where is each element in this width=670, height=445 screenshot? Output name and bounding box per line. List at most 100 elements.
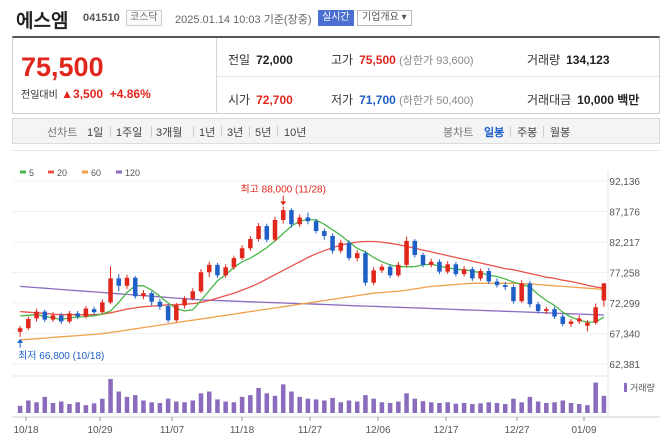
y-tick-label: 87,176 <box>609 208 640 219</box>
candle-body <box>544 309 549 311</box>
annotation-low: 최저 66,800 (10/18) <box>18 350 104 362</box>
candle-body <box>470 269 475 279</box>
candle-body <box>552 309 557 317</box>
volume-bar <box>42 396 48 413</box>
candle-body <box>248 239 253 249</box>
volume-bar <box>313 399 319 413</box>
lower-limit: (하한가 50,400) <box>399 95 474 107</box>
tab-daily[interactable]: 일봉 <box>484 124 504 140</box>
volume-bar <box>149 402 154 413</box>
volume-bar <box>264 393 270 413</box>
tab-1d[interactable]: 1일 <box>87 124 103 140</box>
volume-bar <box>75 402 80 413</box>
tab-separator <box>110 126 111 137</box>
volume-bar <box>470 404 475 413</box>
candle-body <box>174 305 179 321</box>
volume-bar <box>239 396 245 413</box>
candle-body <box>215 264 220 276</box>
candle-body <box>289 210 294 225</box>
volume-bar <box>58 401 64 413</box>
volume-bar <box>248 395 253 413</box>
stock-header: 에스엠 041510 코스닥 2025.01.14 10:03 기준(장중) 실… <box>0 0 670 36</box>
candle-body <box>322 231 327 236</box>
stock-code: 041510 <box>83 12 120 24</box>
tab-monthly[interactable]: 월봉 <box>550 124 570 140</box>
tab-5y[interactable]: 5년 <box>255 124 271 140</box>
candle-body <box>108 278 113 303</box>
candle-body <box>239 248 245 259</box>
volume-bar <box>437 402 442 413</box>
low-value: 71,700 <box>359 93 396 107</box>
y-tick-label: 67,340 <box>609 330 640 341</box>
volume-bar <box>231 402 237 413</box>
volume-bar <box>478 403 483 413</box>
price-chart[interactable]: 5 20 60 120 최고 88,000 (11/28) 최저 66,800 (10/… <box>12 150 660 441</box>
candle-body <box>461 269 467 275</box>
tab-3m[interactable]: 3개월 <box>156 124 182 140</box>
candle-body <box>17 328 23 332</box>
volume-bar <box>445 402 450 413</box>
volume-bar <box>190 400 196 413</box>
x-tick-label: 10/18 <box>13 425 38 436</box>
candle-body <box>83 308 89 317</box>
volume-bar <box>552 402 557 413</box>
tab-10y[interactable]: 10년 <box>284 124 306 140</box>
tab-1w[interactable]: 1주일 <box>116 124 142 140</box>
trade-value: 10,000 백만 <box>577 93 640 107</box>
candle-body <box>34 311 39 319</box>
volume-bar <box>396 401 401 413</box>
candle-body <box>58 315 64 322</box>
x-tick-label: 12/17 <box>433 425 458 436</box>
volume-bar <box>50 402 56 413</box>
volume-bar <box>593 382 598 413</box>
tab-weekly[interactable]: 주봉 <box>517 124 537 140</box>
volume-legend-swatch <box>624 383 627 392</box>
volume-bar <box>379 402 385 413</box>
candle-body <box>141 293 146 297</box>
change-label: 전일대비 <box>21 90 58 101</box>
candle-body <box>478 271 483 279</box>
volume-bar <box>83 405 89 413</box>
realtime-button[interactable]: 실시간 <box>318 10 354 26</box>
company-overview-dropdown[interactable]: 기업개요 ▾ <box>357 10 412 26</box>
candle-body <box>437 261 442 272</box>
volume-bar <box>165 398 171 413</box>
volume-bar <box>91 403 97 413</box>
volume-legend-label: 거래량 <box>630 382 655 393</box>
volume-bar <box>198 393 204 413</box>
volume-bar <box>461 402 467 413</box>
tab-1y[interactable]: 1년 <box>199 124 215 140</box>
volume-bar <box>157 402 163 413</box>
volume-bar <box>404 393 409 413</box>
candle-body <box>42 311 48 320</box>
open-label: 시가 <box>228 93 251 107</box>
volume-bar <box>453 403 459 413</box>
candle-body <box>91 309 97 313</box>
candle-body <box>404 240 409 265</box>
legend-label-ma20: 20 <box>57 168 67 178</box>
tab-separator <box>221 126 222 137</box>
candle-body <box>223 267 228 276</box>
tab-3y[interactable]: 3년 <box>227 124 243 140</box>
candle-body <box>338 242 344 251</box>
volume-bar <box>330 397 335 413</box>
candle-body <box>165 306 171 321</box>
y-tick-label: 72,299 <box>609 299 640 310</box>
candle-body <box>354 253 360 259</box>
candle-body <box>313 221 319 232</box>
volume-bar <box>322 400 327 413</box>
candle-body <box>560 316 566 324</box>
prev-close-label: 전일 <box>228 53 251 67</box>
tab-separator <box>249 126 250 137</box>
y-tick-label: 92,136 <box>609 177 640 188</box>
candle-body <box>576 318 582 322</box>
upper-limit: (상한가 93,600) <box>399 55 474 67</box>
high-label: 고가 <box>331 53 354 67</box>
candle-body <box>502 285 508 288</box>
candle-body <box>601 283 607 301</box>
legend-label-ma120: 120 <box>125 168 140 178</box>
volume-cell: 거래량 134,123 <box>527 51 610 68</box>
quote-timestamp: 2025.01.14 10:03 기준(장중) <box>175 14 312 26</box>
current-price: 75,500 <box>21 52 104 82</box>
candle-body <box>387 266 393 276</box>
